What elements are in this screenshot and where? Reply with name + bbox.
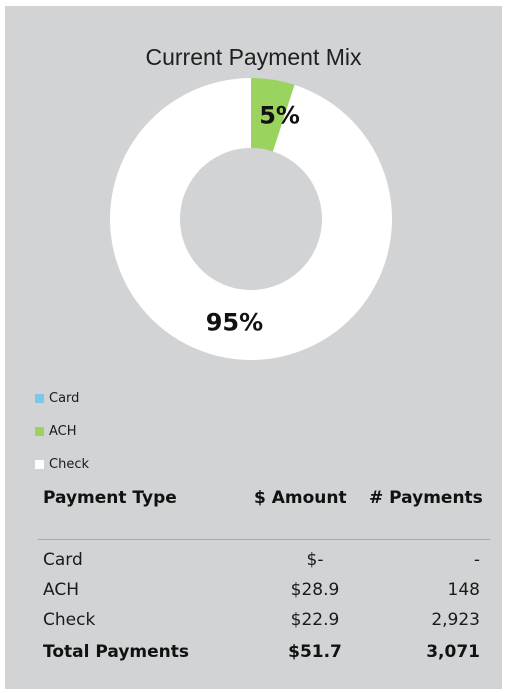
header-payment-count: # Payments [369,488,483,508]
cell-count: 2,923 [431,610,480,630]
slice-label-ach: 5% [259,101,300,129]
legend-item-card: Card [35,390,79,406]
cell-total-count: 3,071 [426,642,480,662]
table-row-check: Check $22.9 2,923 [38,610,490,640]
header-payment-type: Payment Type [43,488,177,508]
cell-type: Card [43,550,83,570]
donut-chart: 5% 95% [110,78,392,361]
legend-item-check: Check [35,456,89,472]
cell-type: Check [43,610,96,630]
legend-label-card: Card [49,390,80,406]
table-row-ach: ACH $28.9 148 [38,580,490,610]
cell-count: 148 [447,580,480,600]
cell-amount: $22.9 [290,610,340,630]
legend-swatch-card [35,393,44,403]
header-amount: $ Amount [254,488,347,508]
legend-swatch-check [35,459,44,469]
legend-swatch-ach [35,426,44,436]
cell-type: ACH [43,580,79,600]
table-row-total: Total Payments $51.7 3,071 [38,642,490,672]
table-divider [38,539,490,540]
table-row-card: Card $- - [38,550,490,580]
slice-label-check: 95% [206,309,263,337]
cell-total-label: Total Payments [43,642,189,662]
cell-total-amount: $51.7 [288,642,342,662]
cell-amount: $28.9 [290,580,340,600]
legend-item-ach: ACH [35,423,77,439]
legend-label-check: Check [49,456,89,472]
cell-amount: $- [306,550,324,570]
legend-label-ach: ACH [49,423,77,439]
payment-mix-card: Current Payment Mix 5% 95% Card ACH Check… [5,6,502,689]
cell-count: - [473,550,480,570]
